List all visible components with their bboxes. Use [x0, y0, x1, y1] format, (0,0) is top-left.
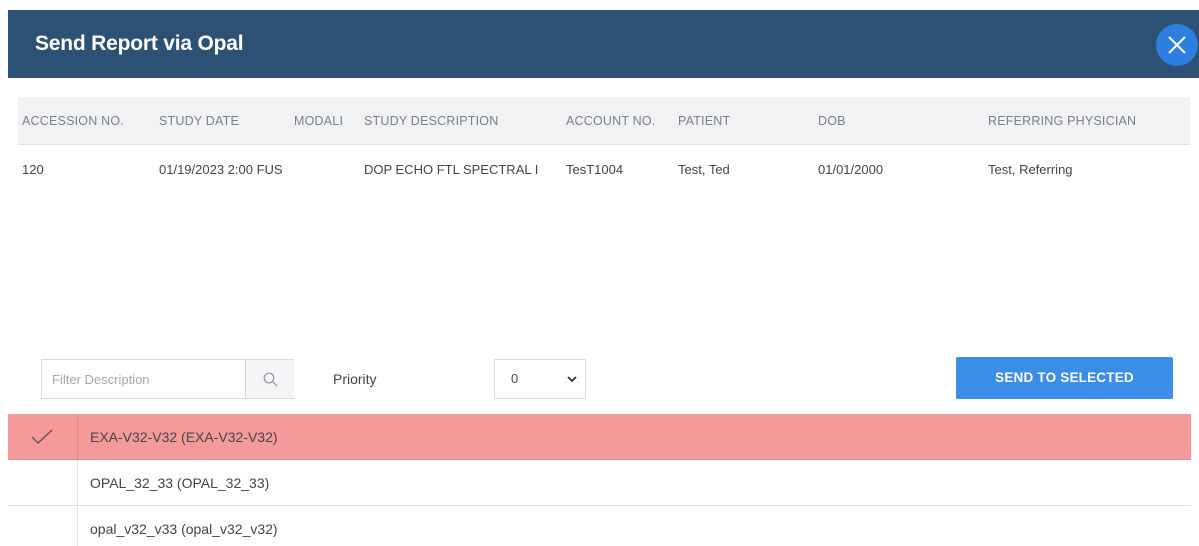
cell-patient: Test, Ted	[678, 162, 730, 177]
destination-label: opal_v32_v33 (opal_v32_v32)	[90, 521, 278, 537]
column-header-study-description[interactable]: STUDY DESCRIPTION	[364, 97, 554, 145]
study-grid: ACCESSION NO. STUDY DATE MODALI STUDY DE…	[18, 97, 1190, 195]
dialog-title: Send Report via Opal	[35, 32, 244, 55]
send-to-selected-button[interactable]: SEND TO SELECTED	[956, 357, 1173, 399]
cell-dob: 01/01/2000	[818, 162, 884, 177]
chevron-down-icon	[567, 376, 577, 383]
priority-label: Priority	[333, 371, 377, 387]
search-icon	[263, 372, 278, 387]
search-button[interactable]	[245, 360, 294, 398]
column-header-modality[interactable]: MODALI	[294, 97, 364, 145]
close-icon	[1168, 36, 1186, 54]
column-header-referring-physician[interactable]: REFERRING PHYSICIAN	[988, 97, 1188, 145]
column-header-account-no[interactable]: ACCOUNT NO.	[566, 97, 676, 145]
destination-toolbar: Priority 0 SEND TO SELECTED	[0, 355, 1199, 401]
destination-label: EXA-V32-V32 (EXA-V32-V32)	[90, 429, 278, 445]
checkmark-icon	[31, 429, 53, 444]
filter-description-field	[41, 359, 294, 399]
study-grid-header: ACCESSION NO. STUDY DATE MODALI STUDY DE…	[18, 97, 1190, 145]
column-header-patient[interactable]: PATIENT	[678, 97, 818, 145]
row-checkbox[interactable]	[8, 414, 78, 459]
cell-study-description: DOP ECHO FTL SPECTRAL I	[364, 162, 539, 177]
destination-label: OPAL_32_33 (OPAL_32_33)	[90, 475, 270, 491]
destination-list: EXA-V32-V32 (EXA-V32-V32) OPAL_32_33 (OP…	[8, 414, 1191, 546]
close-button[interactable]	[1156, 24, 1198, 66]
priority-value: 0	[511, 371, 519, 386]
dialog-header: Send Report via Opal	[8, 10, 1199, 78]
list-item[interactable]: OPAL_32_33 (OPAL_32_33)	[8, 460, 1191, 506]
column-header-study-date[interactable]: STUDY DATE	[159, 97, 294, 145]
list-item[interactable]: opal_v32_v33 (opal_v32_v32)	[8, 506, 1191, 546]
table-row[interactable]: 120 01/19/2023 2:00 FUS DOP ECHO FTL SPE…	[18, 145, 1190, 195]
row-checkbox[interactable]	[8, 506, 78, 546]
list-item[interactable]: EXA-V32-V32 (EXA-V32-V32)	[8, 414, 1191, 460]
cell-account-no: TesT1004	[566, 162, 624, 177]
cell-study-date: 01/19/2023 2:00 FUS	[159, 162, 283, 177]
filter-description-input[interactable]	[42, 360, 245, 398]
cell-referring-physician: Test, Referring	[988, 162, 1073, 177]
priority-select[interactable]: 0	[494, 359, 586, 399]
row-checkbox[interactable]	[8, 460, 78, 505]
cell-accession-no: 120	[22, 162, 44, 177]
column-header-dob[interactable]: DOB	[818, 97, 986, 145]
column-header-accession-no[interactable]: ACCESSION NO.	[22, 97, 156, 145]
